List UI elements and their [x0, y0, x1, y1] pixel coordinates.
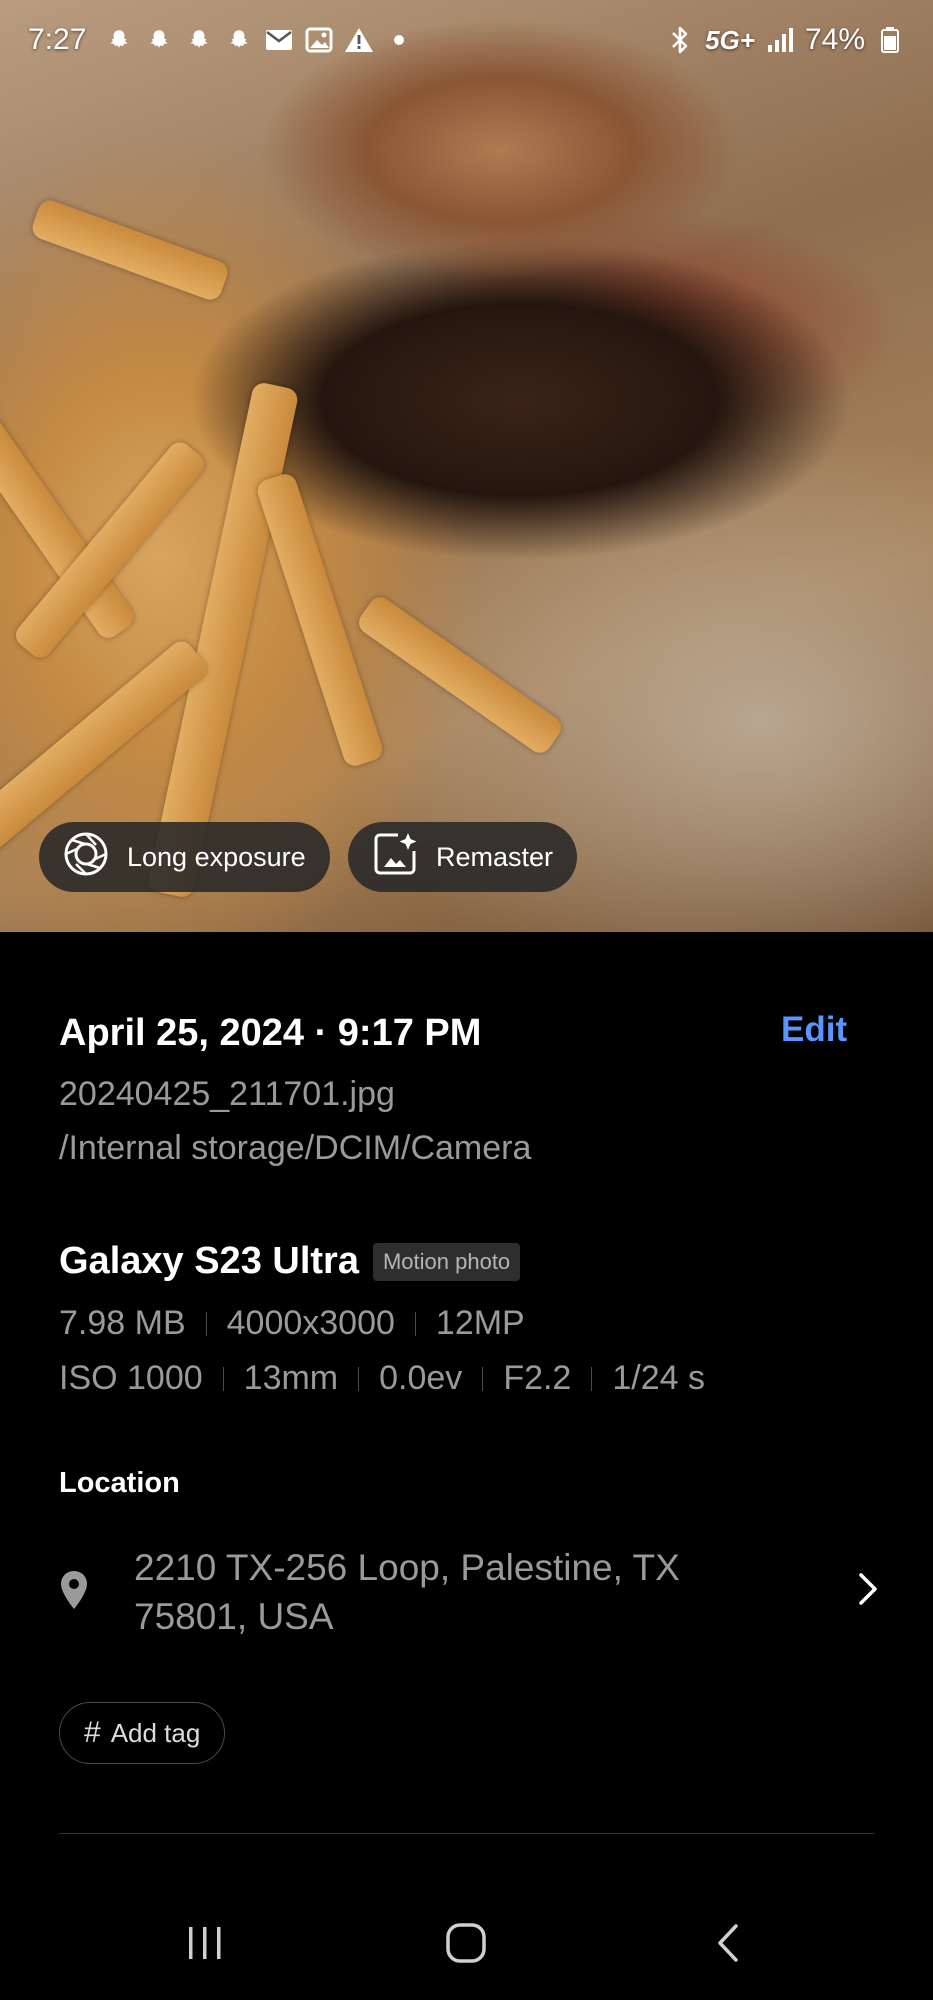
navigation-bar	[0, 1905, 933, 1985]
signal-icon	[765, 25, 795, 55]
warning-icon	[344, 25, 374, 55]
bluetooth-icon	[665, 25, 695, 55]
edit-button[interactable]: Edit	[781, 1010, 847, 1050]
recent-apps-button[interactable]	[165, 1905, 245, 1985]
aperture-icon	[63, 831, 109, 884]
long-exposure-label: Long exposure	[127, 841, 306, 872]
camera-info-row: ISO 1000 13mm 0.0ev F2.2 1/24 s	[59, 1359, 705, 1398]
file-path: /Internal storage/DCIM/Camera	[59, 1129, 532, 1167]
snapchat-icon	[224, 25, 254, 55]
add-tag-label: Add tag	[110, 1717, 201, 1748]
location-pin-icon	[59, 1570, 89, 1615]
divider	[358, 1366, 360, 1391]
remaster-button[interactable]: Remaster	[348, 822, 578, 892]
battery-percent: 74%	[804, 23, 865, 56]
battery-icon	[875, 25, 905, 55]
chevron-right-icon	[857, 1571, 879, 1612]
file-size: 7.98 MB	[59, 1304, 186, 1342]
exposure-value: 0.0ev	[379, 1359, 463, 1397]
clock: 7:27	[28, 23, 87, 56]
motion-photo-badge: Motion photo	[372, 1242, 521, 1281]
location-heading: Location	[59, 1467, 180, 1499]
divider	[222, 1366, 224, 1391]
notification-dot-icon	[384, 25, 414, 55]
remaster-icon	[372, 831, 418, 884]
back-icon	[714, 1922, 742, 1969]
divider	[414, 1311, 416, 1336]
date-time: April 25, 2024 · 9:17 PM	[59, 1012, 482, 1054]
details-panel: April 25, 2024 · 9:17 PM Edit 20240425_2…	[0, 932, 933, 2000]
resolution: 4000x3000	[226, 1304, 395, 1342]
snapchat-icon	[144, 25, 174, 55]
snapchat-icon	[184, 25, 214, 55]
divider	[59, 1833, 874, 1834]
home-button[interactable]	[426, 1905, 506, 1985]
add-tag-button[interactable]: # Add tag	[59, 1702, 226, 1764]
back-button[interactable]	[688, 1905, 768, 1985]
device-row: Galaxy S23 Ultra Motion photo	[59, 1240, 521, 1283]
divider	[205, 1311, 207, 1336]
device-name: Galaxy S23 Ultra	[59, 1240, 359, 1282]
status-bar: 7:27 5G+ 74%	[0, 0, 933, 80]
photo-content	[29, 197, 231, 303]
focal-length: 13mm	[243, 1359, 339, 1397]
shutter-speed: 1/24 s	[612, 1359, 705, 1397]
divider	[591, 1366, 593, 1391]
photo-viewer[interactable]: 7:27 5G+ 74% Long exposure Remaster	[0, 0, 933, 932]
recent-apps-icon	[185, 1925, 225, 1966]
divider	[482, 1366, 484, 1391]
network-type: 5G+	[705, 24, 755, 55]
photo-content	[354, 592, 566, 758]
location-row[interactable]: 2210 TX-256 Loop, Palestine, TX 75801, U…	[59, 1537, 879, 1647]
megapixels: 12MP	[435, 1304, 525, 1342]
gallery-icon	[304, 25, 334, 55]
hash-icon: #	[84, 1716, 101, 1749]
snapchat-icon	[104, 25, 134, 55]
file-name: 20240425_211701.jpg	[59, 1075, 395, 1113]
home-icon	[445, 1922, 487, 1969]
iso: ISO 1000	[59, 1359, 203, 1397]
remaster-label: Remaster	[436, 841, 554, 872]
long-exposure-button[interactable]: Long exposure	[39, 822, 330, 892]
aperture: F2.2	[503, 1359, 572, 1397]
file-info-row: 7.98 MB 4000x3000 12MP	[59, 1304, 525, 1343]
location-address: 2210 TX-256 Loop, Palestine, TX 75801, U…	[134, 1547, 680, 1637]
mail-icon	[264, 25, 294, 55]
